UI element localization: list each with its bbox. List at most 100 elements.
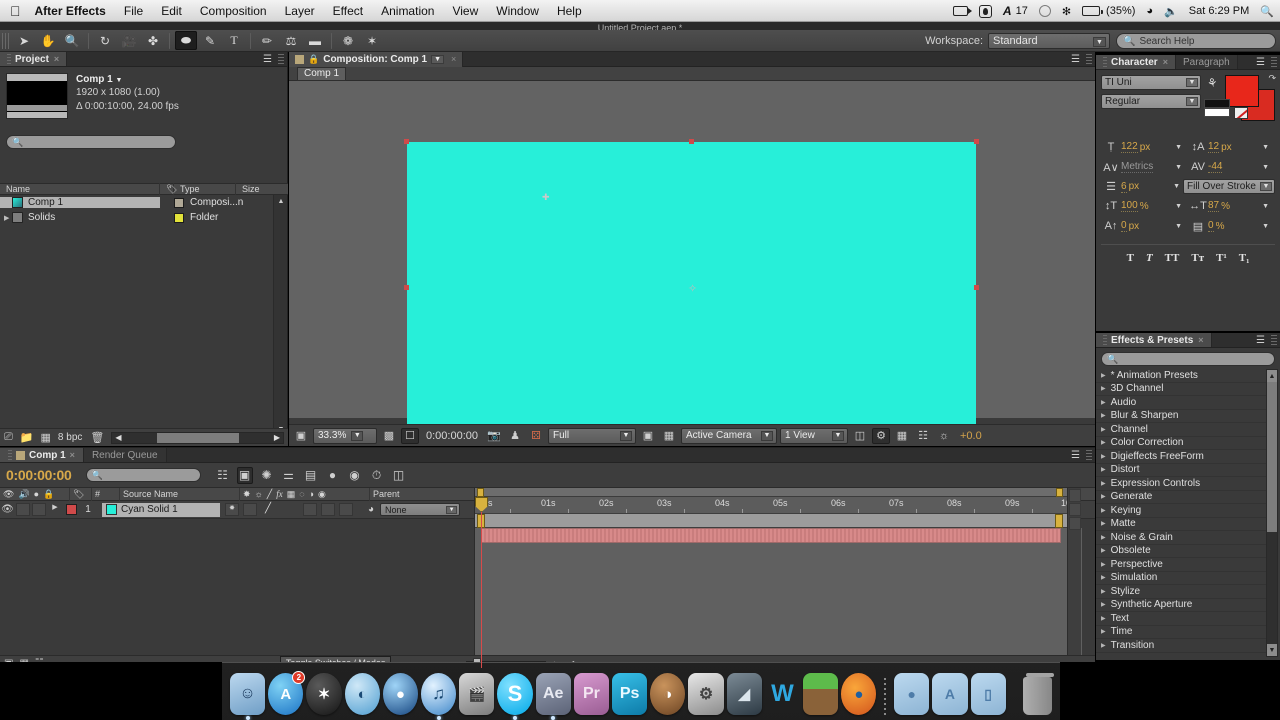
timeline-navigator[interactable] [475,514,1081,528]
menu-composition[interactable]: Composition [200,4,267,18]
chevron-down-icon[interactable]: ▼ [1262,164,1269,171]
roto-brush-tool[interactable]: ❁ [337,31,359,50]
menu-window[interactable]: Window [496,4,539,18]
list-item[interactable]: ▶ Keying [1096,504,1268,518]
disclosure-icon[interactable]: ▶ [1101,426,1106,433]
collapse-icon[interactable]: ☼ [255,489,263,499]
search-icon[interactable]: 🔍 [1260,5,1274,18]
tsume-field[interactable]: ▤ 0 % ▼ [1188,216,1275,236]
faux-italic-button[interactable]: T [1146,252,1153,264]
dock-item-utility-app[interactable]: ⚙ [688,673,724,715]
chevron-down-icon[interactable]: ▼ [1173,183,1180,190]
menu-effect[interactable]: Effect [333,4,363,18]
camera-icon[interactable]: 📷 [485,429,503,442]
person-icon[interactable]: ♟ [506,429,524,442]
scroll-left-icon[interactable]: ◀ [112,433,124,442]
close-icon[interactable]: × [1163,57,1168,67]
close-icon[interactable]: × [54,54,59,64]
auto-keyframe-icon[interactable]: ⏱ [369,468,385,483]
panel-menu-icon[interactable]: ☰ [1071,450,1080,461]
tab-project[interactable]: Project × [0,52,68,66]
battery-status[interactable]: (35%) [1082,5,1135,17]
current-time-display[interactable]: 0:00:00:00 [422,430,482,442]
zoom-level-select[interactable]: 33.3% ▼ [313,427,377,444]
tab-comp-1[interactable]: Comp 1 × [0,448,84,462]
composition-viewer[interactable]: ✧ ✚ [289,81,1095,435]
dock-item-documents-folder[interactable]: ▯ [970,673,1006,715]
tracking-field[interactable]: AV -44 ▼ [1188,157,1275,177]
disclosure-icon[interactable]: ▶ [1101,439,1106,446]
hand-tool[interactable]: ✋ [37,31,59,50]
column-type[interactable]: Type [174,183,236,195]
navigator-end-handle[interactable] [1055,514,1063,528]
shape-tool[interactable]: ⬬ [175,31,197,50]
puppet-tool[interactable]: ✶ [361,31,383,50]
volume-icon[interactable]: 🔈 [1164,5,1178,18]
tab-composition[interactable]: 🔒 Composition: Comp 1 ▼ × [289,51,464,67]
collapse-switch[interactable] [243,503,257,516]
vertical-scale-field[interactable]: ↕T 100 % ▼ [1101,196,1188,216]
exposure-reset-icon[interactable]: ☼ [935,430,953,442]
pan-behind-tool[interactable]: ✤ [142,31,164,50]
list-item[interactable]: ▶ Synthetic Aperture [1096,599,1268,612]
menu-layer[interactable]: Layer [285,4,315,18]
shy-icon[interactable]: ✸ [243,489,251,500]
column-index[interactable]: # [92,487,120,501]
dock-item-imovie[interactable]: 🎬 [459,673,495,715]
dock-item-photoshop[interactable]: Ps [612,673,648,715]
list-item[interactable]: ▶ Noise & Grain [1096,531,1268,545]
timeline-icon[interactable]: ▦ [893,429,911,442]
panel-resize-grip[interactable] [278,54,284,64]
close-icon[interactable]: × [451,54,456,64]
views-select[interactable]: 1 View ▼ [780,427,848,444]
camera-select[interactable]: Active Camera ▼ [681,427,777,444]
exposure-value[interactable]: +0.0 [956,430,982,442]
list-item[interactable]: ▶ Generate [1096,491,1268,504]
list-item[interactable]: ▶ Time [1096,626,1268,639]
clock-icon[interactable] [1038,5,1051,17]
brush-tool[interactable]: ✏ [256,31,278,50]
panel-resize-grip[interactable] [1271,57,1277,67]
disclosure-icon[interactable]: ▶ [1101,507,1106,514]
resolution-select[interactable]: Full ▼ [548,427,636,444]
tab-character[interactable]: Character × [1096,55,1176,69]
superscript-button[interactable]: T¹ [1216,252,1227,264]
timeline-current-time[interactable]: 0:00:00:00 [6,467,72,483]
rotation-tool[interactable]: ↻ [94,31,116,50]
hide-shy-layers-icon[interactable]: ✺ [259,468,275,482]
pen-tool[interactable]: ✎ [199,31,221,50]
disclosure-icon[interactable]: ▶ [1101,399,1106,406]
project-scrollbar[interactable]: ▲ ▼ [273,195,287,435]
disclosure-icon[interactable]: ▶ [1101,480,1106,487]
work-area-start-handle[interactable] [477,488,484,497]
zoom-tool[interactable]: 🔍 [61,31,83,50]
camera-tool[interactable]: 🎥 [118,31,140,50]
always-preview-icon[interactable]: ▣ [292,429,310,442]
tab-render-queue[interactable]: Render Queue [83,448,167,462]
panel-menu-icon[interactable]: ☰ [1071,54,1080,65]
swap-colors-icon[interactable]: ↷ [1268,73,1276,84]
dock-item-app-store[interactable]: A2 [268,671,306,715]
shortcut-icon[interactable] [978,4,992,18]
disclosure-icon[interactable]: ▶ [1101,493,1106,500]
disclosure-icon[interactable]: ▶ [1101,534,1106,541]
panel-resize-grip[interactable] [1086,54,1092,64]
motion-blur-switch[interactable] [321,503,335,516]
dock-item-itunes[interactable]: ♫ [421,673,457,720]
list-item[interactable]: ▶ Matte [1096,518,1268,531]
tag-icon[interactable]: 🏷 [70,487,92,501]
handle-top-right[interactable] [974,139,979,144]
dock-item-globe[interactable]: ● [382,673,419,715]
subscript-button[interactable]: T₁ [1239,252,1250,264]
trash-icon[interactable]: 🗑 [90,431,104,444]
black-white-swatch[interactable] [1204,99,1230,119]
no-fill-icon[interactable] [1234,107,1248,119]
project-h-scrollbar[interactable]: ◀ ▶ [111,431,284,444]
font-family-select[interactable]: TI Uni ▼ [1101,75,1201,90]
type-tool[interactable]: T [223,31,245,50]
new-folder-icon[interactable]: 📁 [20,431,34,444]
dock-item-safari[interactable]: ◐ [344,673,380,715]
fill-stroke-order-select[interactable]: Fill Over Stroke ▼ [1183,179,1275,194]
dock-item-after-effects[interactable]: Ae [535,673,571,720]
menu-app-name[interactable]: After Effects [35,4,106,18]
